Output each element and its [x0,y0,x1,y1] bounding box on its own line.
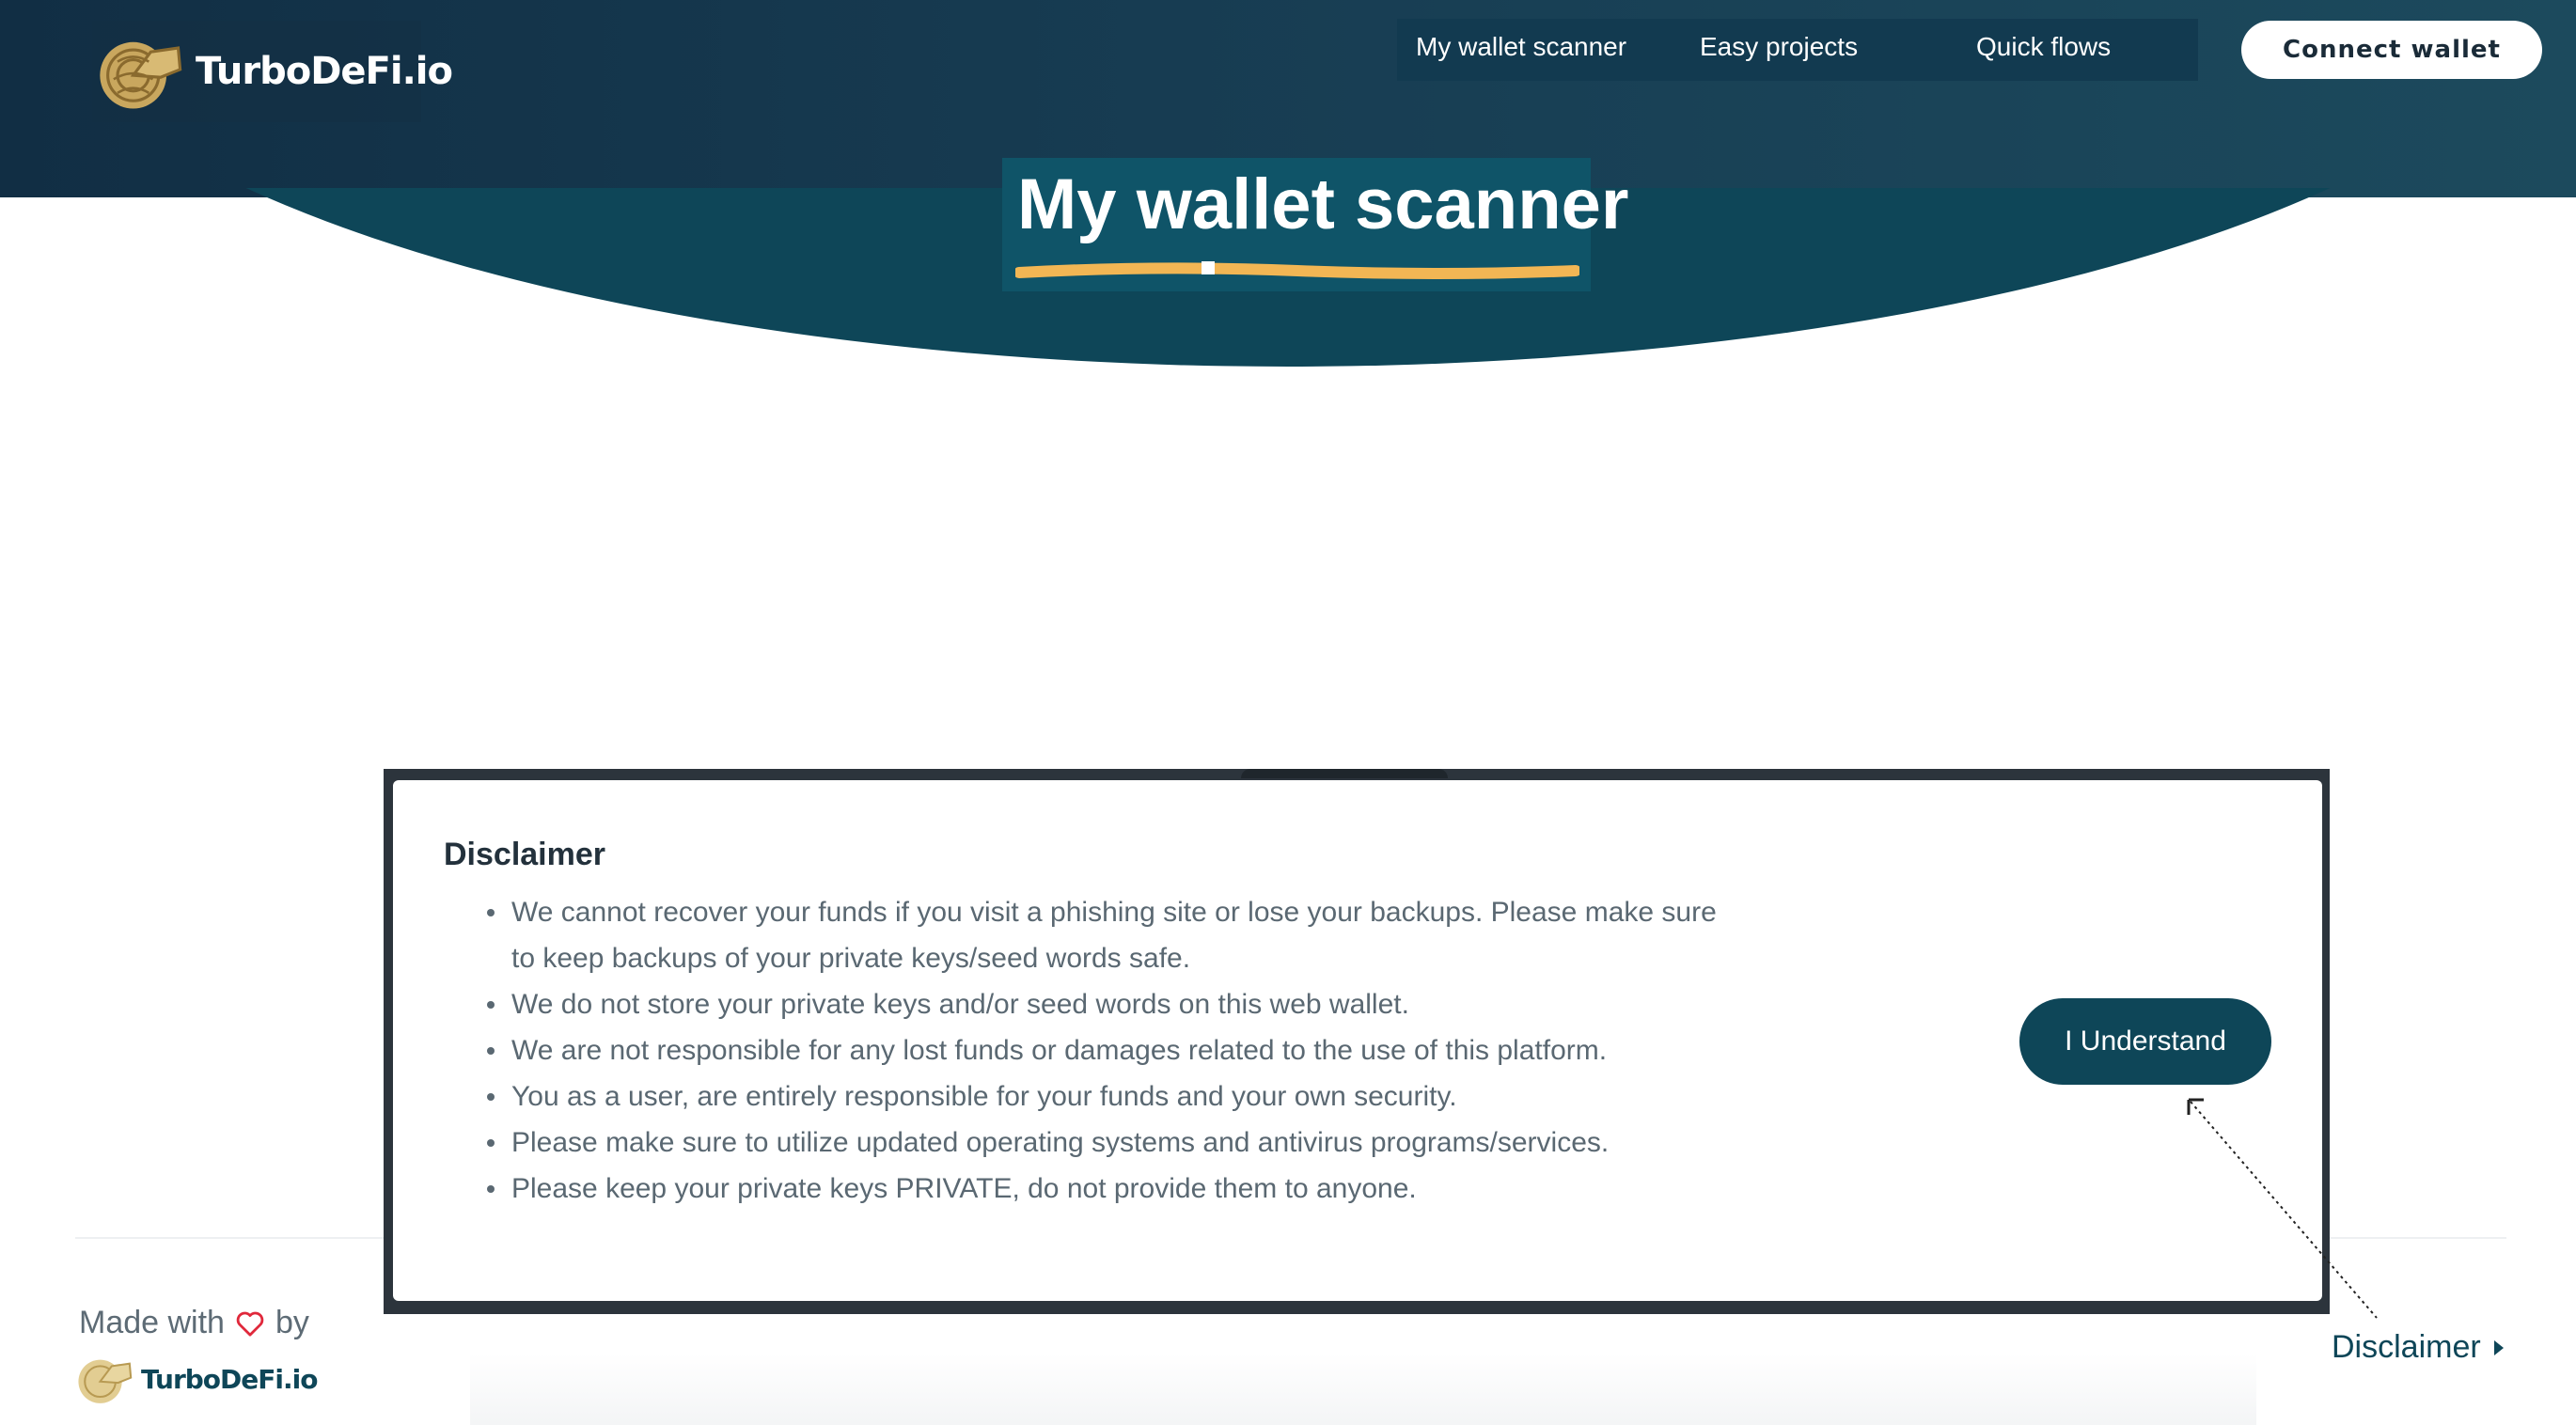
page-title: My wallet scanner [1017,164,1629,244]
modal-top-tab [1241,769,1448,778]
footer-logo[interactable]: TurboDeFi.io [73,1346,318,1412]
page-title-block: My wallet scanner [1002,158,1629,291]
nav-item-my-wallet-scanner[interactable]: My wallet scanner [1416,32,1626,62]
disclaimer-list: We cannot recover your funds if you visi… [487,889,1734,1212]
list-item: You as a user, are entirely responsible … [487,1073,1734,1120]
site-logo[interactable]: TurboDeFi.io [92,21,453,122]
i-understand-button[interactable]: I Understand [2019,998,2271,1085]
made-with-credit: Made with by [79,1305,309,1341]
title-underline-brushstroke [1015,261,1579,279]
list-item: Please make sure to utilize updated oper… [487,1120,1734,1166]
disclaimer-link-label: Disclaimer [2332,1329,2481,1365]
list-item: We are not responsible for any lost fund… [487,1027,1734,1073]
main-nav: My wallet scanner Easy projects Quick fl… [1397,19,2198,81]
dialog-title: Disclaimer [444,837,605,872]
heart-icon [236,1311,264,1337]
disclaimer-dialog: Disclaimer We cannot recover your funds … [393,780,2322,1301]
list-item: Please keep your private keys PRIVATE, d… [487,1166,1734,1212]
caret-right-icon [2493,1339,2504,1355]
turbo-logo-icon [100,41,182,109]
connect-wallet-button[interactable]: Connect wallet [2241,21,2542,79]
made-with-text: Made with [79,1305,225,1340]
turbo-logo-icon [78,1359,133,1403]
by-text: by [275,1305,309,1340]
nav-item-quick-flows[interactable]: Quick flows [1976,32,2111,62]
footer-logo-wordmark: TurboDeFi.io [141,1363,318,1395]
footer-shadow [470,1354,2256,1425]
logo-wordmark: TurboDeFi.io [196,50,453,93]
nav-item-easy-projects[interactable]: Easy projects [1700,32,1858,62]
list-item: We do not store your private keys and/or… [487,981,1734,1027]
disclaimer-link[interactable]: Disclaimer [2332,1329,2504,1366]
list-item: We cannot recover your funds if you visi… [487,889,1734,981]
